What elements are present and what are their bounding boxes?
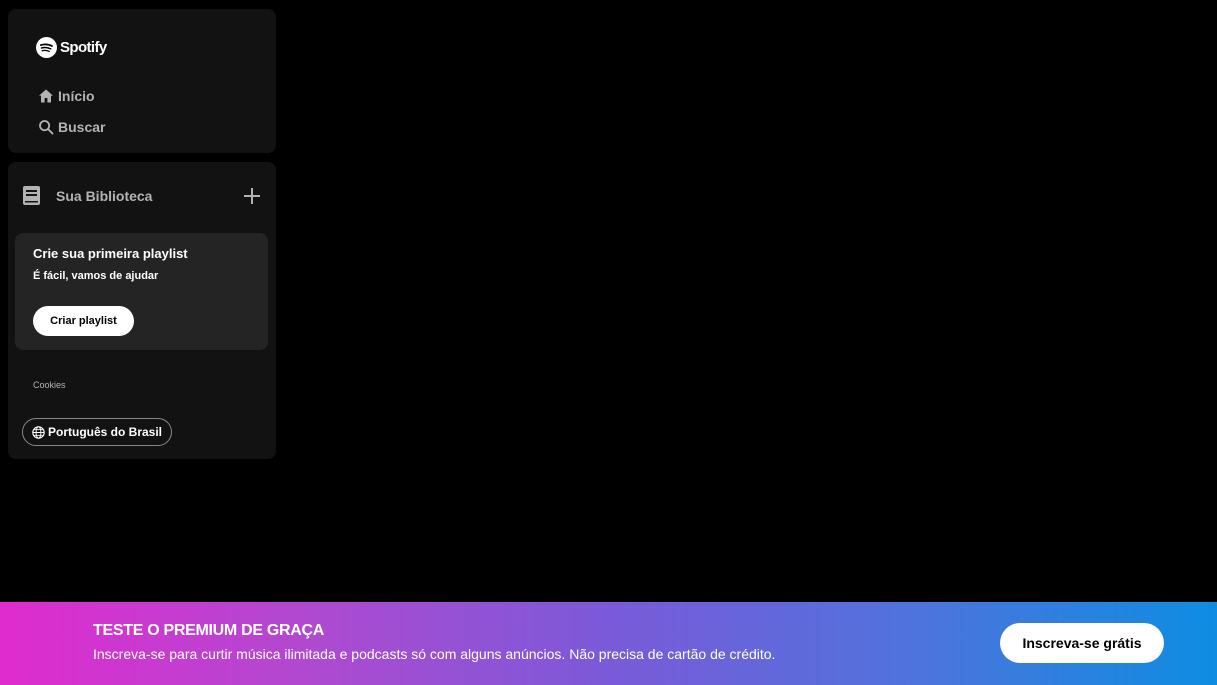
banner-text: Inscreva-se para curtir música ilimitada… [93, 646, 776, 662]
language-label: Português do Brasil [47, 425, 163, 439]
nav-search-label: Buscar [58, 119, 106, 135]
premium-banner: TESTE O PREMIUM DE GRAÇA Inscreva-se par… [0, 602, 1217, 685]
search-icon [39, 120, 54, 135]
home-icon [39, 89, 53, 103]
banner-title: TESTE O PREMIUM DE GRAÇA [93, 622, 325, 639]
language-button[interactable]: Português do Brasil [22, 418, 172, 446]
spotify-logo-icon [36, 37, 57, 58]
spotify-logo[interactable]: Spotify [36, 37, 107, 58]
nav-home-label: Início [58, 88, 95, 104]
cookies-link[interactable]: Cookies [33, 380, 66, 390]
brand-name: Spotify [60, 39, 107, 56]
card-title: Crie sua primeira playlist [33, 246, 188, 261]
nav-item-home[interactable]: Início [38, 88, 95, 104]
nav-panel: Spotify Início Buscar [8, 9, 276, 153]
create-playlist-card: Crie sua primeira playlist É fácil, vamo… [15, 233, 268, 350]
library-header: Sua Biblioteca [22, 185, 262, 207]
library-title[interactable]: Sua Biblioteca [56, 188, 152, 204]
library-icon[interactable] [22, 185, 41, 206]
plus-icon[interactable] [242, 186, 262, 206]
library-panel: Sua Biblioteca Crie sua primeira playlis… [8, 162, 276, 459]
card-subtitle: É fácil, vamos de ajudar [33, 270, 159, 282]
globe-icon [32, 425, 45, 439]
create-playlist-button[interactable]: Criar playlist [33, 306, 134, 336]
signup-button[interactable]: Inscreva-se grátis [1000, 623, 1164, 663]
nav-item-search[interactable]: Buscar [38, 119, 105, 135]
